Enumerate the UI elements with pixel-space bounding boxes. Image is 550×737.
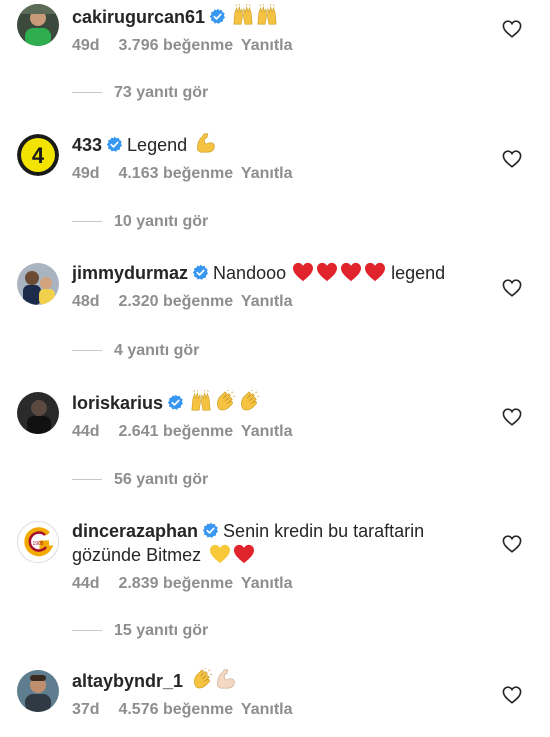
divider-line [72,630,102,632]
comment-text: Nandooo [213,263,287,283]
like-count[interactable]: 4.576 beğenme [118,701,233,719]
comment-text: Senin kredin bu taraftarin [223,521,425,541]
like-heart-icon[interactable] [502,686,522,704]
divider-line [72,221,102,223]
like-count[interactable]: 2.839 beğenme [118,575,233,593]
comment-age: 49d [72,165,100,182]
red-heart-icon [292,262,314,282]
divider-line [72,92,102,94]
like-heart-icon[interactable] [502,408,522,426]
verified-badge-icon [106,136,123,153]
divider-line [72,479,102,481]
username[interactable]: altaybyndr_1 [72,671,183,691]
reply-button[interactable]: Yanıtla [241,37,293,55]
flexed-biceps-icon [195,132,217,154]
verified-badge-icon [209,8,226,25]
clapping-hands-icon [191,668,213,690]
svg-text:4: 4 [32,143,45,168]
reply-button[interactable]: Yanıtla [241,701,293,719]
verified-badge-icon [167,394,184,411]
username[interactable]: jimmydurmaz [72,263,188,283]
like-heart-icon[interactable] [502,20,522,38]
username[interactable]: dincerazaphan [72,521,198,541]
username[interactable]: loriskarius [72,393,163,413]
view-replies-link[interactable]: 4 yanıtı gör [72,342,199,360]
reply-button[interactable]: Yanıtla [241,423,293,441]
verified-badge-icon [192,264,209,281]
view-replies-link[interactable]: 15 yanıtı gör [72,622,208,640]
like-count[interactable]: 3.796 beğenme [118,37,233,55]
like-heart-icon[interactable] [502,279,522,297]
comment-age: 44d [72,575,100,592]
comment-age: 49d [72,37,100,54]
svg-text:1905: 1905 [32,541,43,547]
divider-line [72,350,102,352]
clapping-hands-icon [238,390,260,412]
like-count[interactable]: 2.641 beğenme [118,423,233,441]
raising-hands-icon [232,4,254,26]
avatar[interactable] [17,392,59,434]
red-heart-icon [340,262,362,282]
like-heart-icon[interactable] [502,535,522,553]
avatar[interactable]: 1905 [17,521,59,563]
red-heart-icon [233,544,255,564]
username[interactable]: cakirugurcan61 [72,7,205,27]
reply-button[interactable]: Yanıtla [241,575,293,593]
view-replies-link[interactable]: 56 yanıtı gör [72,471,208,489]
comment-age: 48d [72,293,100,310]
yellow-heart-icon [209,544,231,564]
comment-age: 44d [72,423,100,440]
clapping-hands-icon [214,390,236,412]
view-replies-link[interactable]: 73 yanıtı gör [72,84,208,102]
raising-hands-icon [256,4,278,26]
verified-badge-icon [202,522,219,539]
reply-button[interactable]: Yanıtla [241,165,293,183]
red-heart-icon [364,262,386,282]
red-heart-icon [316,262,338,282]
flexed-biceps-icon [215,668,237,690]
comment-age: 37d [72,701,100,718]
avatar[interactable]: 4 [17,134,59,176]
comment-text-after: legend [391,263,446,283]
reply-button[interactable]: Yanıtla [241,293,293,311]
like-heart-icon[interactable] [502,150,522,168]
comment-text-line2: gözünde Bitmez [72,545,202,565]
raising-hands-icon [190,390,212,412]
username[interactable]: 433 [72,135,102,155]
avatar[interactable] [17,670,59,712]
like-count[interactable]: 2.320 beğenme [118,293,233,311]
comment-text: Legend [127,135,188,155]
avatar[interactable] [17,4,59,46]
avatar[interactable] [17,263,59,305]
view-replies-link[interactable]: 10 yanıtı gör [72,213,208,231]
like-count[interactable]: 4.163 beğenme [118,165,233,183]
